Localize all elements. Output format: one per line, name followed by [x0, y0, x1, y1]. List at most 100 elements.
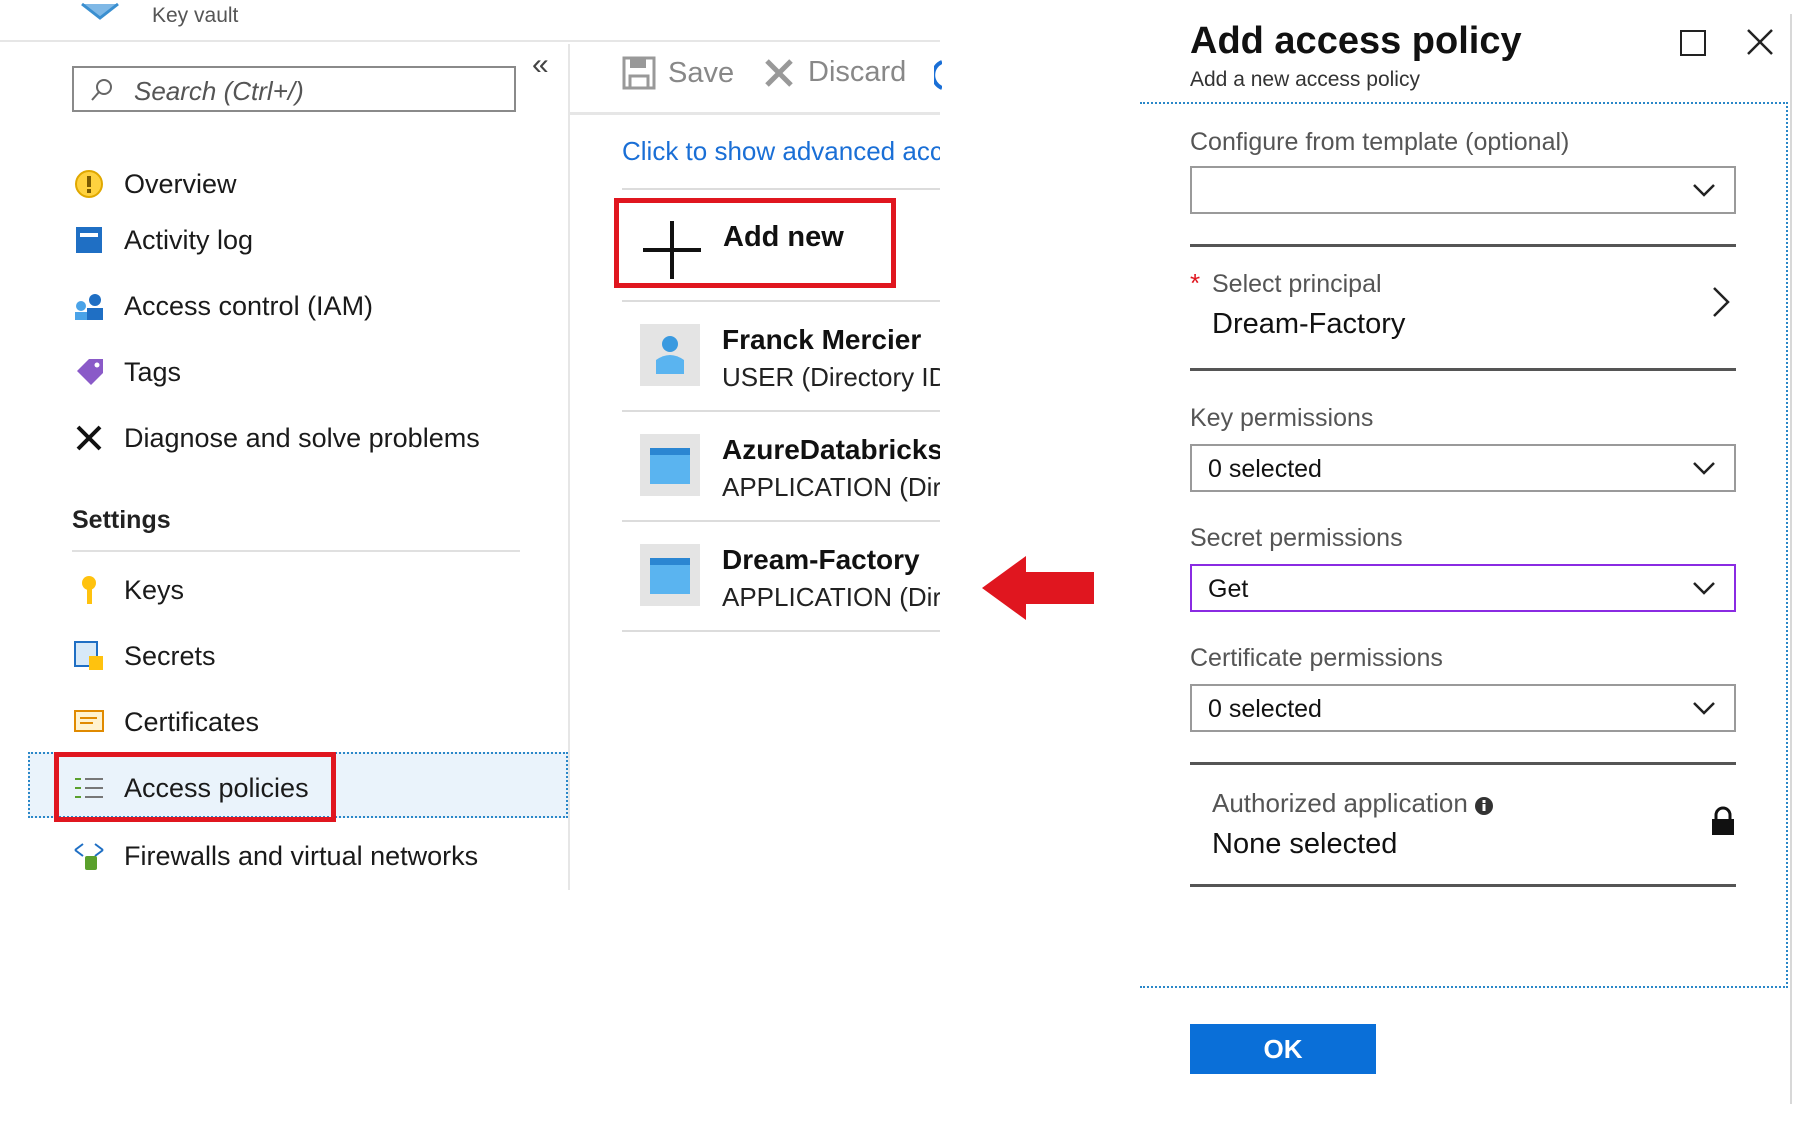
principal-label: Select principal [1212, 270, 1382, 298]
sidebar-item-label: Certificates [124, 706, 260, 737]
chevron-down-icon [1693, 462, 1715, 475]
search-input[interactable]: Search (Ctrl+/) [72, 66, 516, 112]
panel-subtitle: Add a new access policy [1190, 68, 1420, 91]
sidebar-item-label: Diagnose and solve problems [124, 422, 480, 453]
divider [1190, 762, 1736, 765]
sidebar-item-diagnose[interactable]: Diagnose and solve problems [72, 412, 542, 464]
principal-type: USER (Directory ID: [722, 362, 940, 392]
highlight-box [54, 752, 336, 822]
sidebar-item-keys[interactable]: Keys [72, 564, 542, 616]
divider [622, 520, 940, 522]
divider [1786, 102, 1788, 988]
divider [1140, 102, 1788, 104]
save-label: Save [668, 56, 735, 89]
divider [1190, 244, 1736, 247]
certificate-permissions-value: 0 selected [1208, 695, 1322, 723]
sidebar-item-firewalls[interactable]: Firewalls and virtual networks [72, 830, 542, 882]
search-placeholder: Search (Ctrl+/) [134, 76, 304, 106]
divider [72, 550, 520, 552]
secrets-icon [72, 639, 106, 673]
panel-title: Add access policy [1190, 20, 1522, 62]
secret-permissions-dropdown[interactable]: Get [1190, 564, 1736, 612]
add-new-button[interactable]: Add new [614, 198, 896, 288]
iam-icon [72, 289, 106, 323]
info-icon[interactable] [934, 60, 942, 90]
user-icon [640, 324, 700, 386]
template-dropdown[interactable] [1190, 166, 1736, 214]
sidebar-item-label: Keys [124, 574, 185, 605]
list-item[interactable]: Franck Mercier USER (Directory ID: [622, 304, 940, 412]
divider [622, 410, 940, 412]
arrow-left-icon [982, 556, 1094, 620]
key-permissions-value: 0 selected [1208, 455, 1322, 483]
sidebar-item-label: Access control (IAM) [124, 290, 374, 321]
app-icon [640, 544, 700, 606]
divider [1190, 884, 1736, 887]
chevron-down-icon [1693, 702, 1715, 715]
sidebar-item-label: Tags [124, 356, 182, 387]
principal-name: Franck Mercier [722, 324, 922, 355]
divider [570, 112, 940, 115]
breadcrumb[interactable]: Key vault [152, 4, 238, 28]
add-new-label: Add new [723, 221, 844, 253]
discard-icon [765, 58, 793, 87]
principal-name: Dream-Factory [722, 544, 920, 575]
divider [1140, 986, 1788, 988]
chevron-down-icon [1693, 184, 1715, 197]
settings-heading: Settings [72, 506, 171, 534]
info-icon[interactable] [1474, 796, 1494, 816]
sidebar-item-label: Secrets [124, 640, 216, 671]
certificate-icon [72, 705, 106, 739]
divider [1190, 368, 1736, 371]
discard-button[interactable]: Discard [764, 56, 906, 89]
certificate-permissions-label: Certificate permissions [1190, 644, 1443, 672]
divider [622, 300, 940, 302]
authorized-application-label: Authorized application [1212, 788, 1468, 818]
chevron-down-icon [1693, 582, 1715, 595]
sidebar-item-certificates[interactable]: Certificates [72, 696, 542, 748]
close-icon[interactable] [1744, 26, 1776, 58]
overview-icon [72, 167, 106, 201]
certificate-permissions-dropdown[interactable]: 0 selected [1190, 684, 1736, 732]
divider [568, 44, 570, 890]
sidebar-item-overview[interactable]: Overview [72, 158, 542, 210]
sidebar-item-activity-log[interactable]: Activity log [72, 214, 542, 266]
secret-permissions-label: Secret permissions [1190, 524, 1403, 552]
sidebar-item-iam[interactable]: Access control (IAM) [72, 280, 542, 332]
wrench-icon [72, 421, 106, 455]
sidebar-item-tags[interactable]: Tags [72, 346, 542, 398]
chevron-right-icon [1713, 287, 1730, 317]
template-label: Configure from template (optional) [1190, 128, 1570, 156]
key-permissions-dropdown[interactable]: 0 selected [1190, 444, 1736, 492]
search-icon [91, 79, 112, 101]
firewall-icon [72, 839, 106, 873]
principal-type: APPLICATION (Directory ID: [722, 582, 940, 612]
list-item[interactable]: AzureDatabricks APPLICATION (Directory I… [622, 414, 940, 522]
sidebar-item-secrets[interactable]: Secrets [72, 630, 542, 682]
key-icon [72, 573, 106, 607]
advanced-access-link[interactable]: Click to show advanced access policies [622, 136, 940, 167]
ok-button[interactable]: OK [1190, 1024, 1376, 1074]
discard-label: Discard [808, 56, 907, 88]
key-vault-logo-icon [81, 2, 119, 20]
divider [622, 630, 940, 632]
collapse-sidebar-button[interactable]: « [532, 48, 549, 82]
tag-icon [72, 355, 106, 389]
list-item[interactable]: Dream-Factory APPLICATION (Directory ID: [622, 524, 940, 632]
divider [1790, 14, 1792, 1104]
divider [622, 188, 940, 190]
secret-permissions-value: Get [1208, 575, 1249, 603]
plus-icon [643, 221, 701, 279]
principal-name: AzureDatabricks [722, 434, 940, 465]
save-button[interactable]: Save [622, 56, 734, 90]
sidebar-item-label: Activity log [124, 224, 254, 255]
lock-icon [1712, 806, 1734, 835]
authorized-application-value: None selected [1212, 828, 1398, 860]
sidebar-item-label: Overview [124, 168, 237, 199]
key-permissions-label: Key permissions [1190, 404, 1374, 432]
required-marker: * [1190, 268, 1201, 298]
maximize-icon[interactable] [1680, 30, 1706, 56]
principal-type: APPLICATION (Directory ID: [722, 472, 940, 502]
activity-log-icon [72, 223, 106, 257]
app-icon [640, 434, 700, 496]
